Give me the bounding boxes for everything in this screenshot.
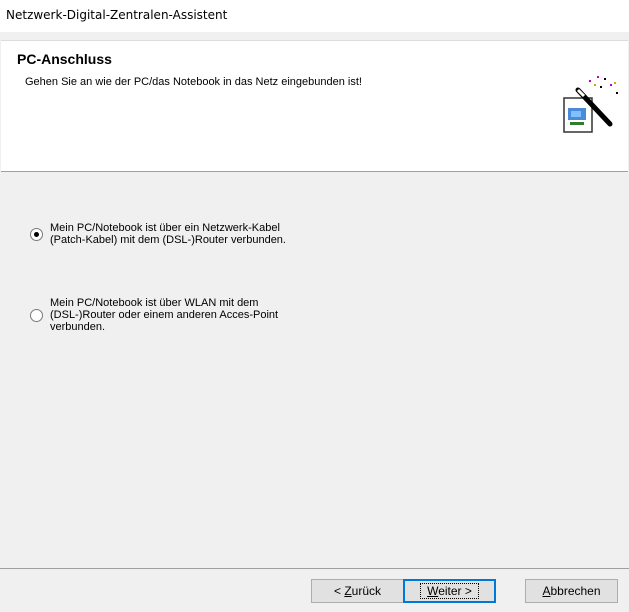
window-title: Netzwerk-Digital-Zentralen-Assistent xyxy=(6,8,228,22)
cancel-button[interactable]: Abbrechen xyxy=(525,579,618,603)
option-cable-label: Mein PC/Notebook ist über ein Netzwerk-K… xyxy=(50,222,286,246)
page-title: PC-Anschluss xyxy=(17,51,112,67)
focus-rect: Weiter > xyxy=(420,583,479,599)
option-wlan[interactable]: Mein PC/Notebook ist über WLAN mit dem (… xyxy=(30,297,278,333)
wizard-header: PC-Anschluss Gehen Sie an wie der PC/das… xyxy=(1,40,628,172)
next-button[interactable]: Weiter > xyxy=(403,579,496,603)
back-button[interactable]: < Zurück xyxy=(311,579,404,603)
page-subtitle: Gehen Sie an wie der PC/das Notebook in … xyxy=(25,76,362,88)
option-wlan-label: Mein PC/Notebook ist über WLAN mit dem (… xyxy=(50,297,279,333)
connection-options: Mein PC/Notebook ist über ein Netzwerk-K… xyxy=(0,171,629,561)
radio-cable[interactable] xyxy=(30,227,43,241)
wizard-wand-icon xyxy=(563,76,618,133)
option-cable[interactable]: Mein PC/Notebook ist über ein Netzwerk-K… xyxy=(30,222,286,246)
footer-divider xyxy=(0,568,629,569)
radio-wlan[interactable] xyxy=(30,308,43,322)
title-bar[interactable]: Netzwerk-Digital-Zentralen-Assistent xyxy=(0,0,629,32)
